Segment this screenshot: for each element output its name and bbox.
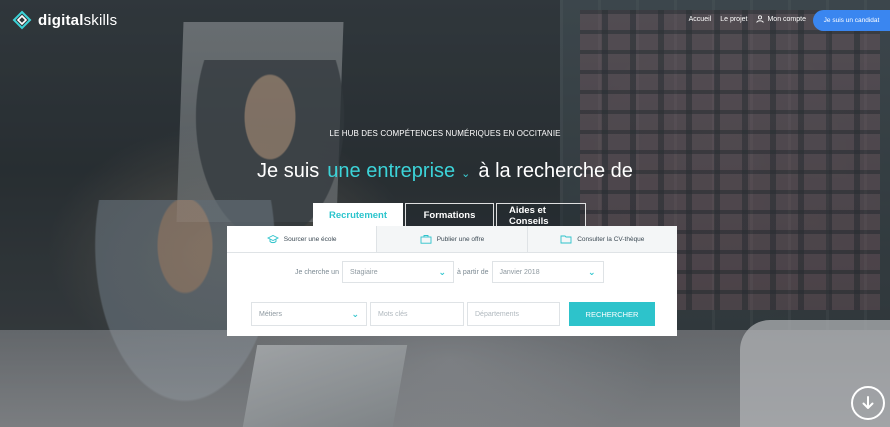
tab-aides-et-conseils[interactable]: Aides et Conseils <box>496 203 586 227</box>
subtab-sourcer-ecole[interactable]: Sourcer une école <box>227 226 377 252</box>
search-row-type: Je cherche un Stagiaire ⌄ à partir de Ja… <box>227 261 677 283</box>
jobs-select-value: Métiers <box>259 310 282 318</box>
candidate-button[interactable]: Je suis un candidat <box>813 10 890 31</box>
main-nav: Accueil Le projet Mon compte <box>689 15 806 23</box>
keywords-input[interactable]: Mots clés <box>370 302 464 326</box>
chevron-down-icon: ⌄ <box>461 168 471 180</box>
folder-icon <box>560 235 572 244</box>
arrow-down-circle-icon <box>862 396 874 409</box>
top-navigation: digitalskills Accueil Le projet Mon comp… <box>0 0 890 40</box>
subtab-label: Sourcer une école <box>283 235 337 243</box>
jobs-select[interactable]: Métiers ⌄ <box>251 302 367 326</box>
search-row-filters: Métiers ⌄ Mots clés Départements RECHERC… <box>251 302 655 326</box>
briefcase-icon <box>420 235 432 244</box>
recruitment-subtabs: Sourcer une école Publier une offre Cons… <box>227 226 677 253</box>
profile-type-value: une entreprise <box>327 160 456 182</box>
headline-prefix: Je suis <box>257 160 320 182</box>
profile-select[interactable]: Stagiaire ⌄ <box>341 261 454 283</box>
chevron-down-icon: ⌄ <box>438 266 446 277</box>
search-tabs: Recrutement Formations Aides et Conseils <box>313 203 586 227</box>
profile-type-dropdown[interactable]: une entreprise ⌄ <box>327 160 470 183</box>
subtab-label: Publier une offre <box>436 235 485 243</box>
subtab-consulter-cvtheque[interactable]: Consulter la CV-thèque <box>526 226 677 252</box>
brand-logo[interactable]: digitalskills <box>12 10 117 30</box>
tab-recrutement[interactable]: Recrutement <box>313 203 403 227</box>
from-label: à partir de <box>456 268 489 276</box>
subtab-label: Consulter la CV-thèque <box>577 235 645 243</box>
graduation-cap-icon <box>266 234 279 244</box>
nav-account-link[interactable]: Mon compte <box>756 15 806 23</box>
nav-project-link[interactable]: Le projet <box>720 16 747 23</box>
hero-headline: Je suis une entreprise ⌄ à la recherche … <box>0 160 890 183</box>
chevron-down-icon: ⌄ <box>587 266 596 277</box>
diamond-logo-icon <box>12 10 32 30</box>
search-label: Je cherche un <box>295 268 339 276</box>
user-icon <box>756 15 765 23</box>
nav-account-label: Mon compte <box>767 15 806 23</box>
tab-formations[interactable]: Formations <box>405 203 494 227</box>
search-panel: Sourcer une école Publier une offre Cons… <box>227 226 677 336</box>
brand-name: digitalskills <box>38 11 118 29</box>
search-button[interactable]: RECHERCHER <box>569 302 655 326</box>
start-date-value: Janvier 2018 <box>499 268 540 276</box>
scroll-down-button[interactable] <box>851 386 885 420</box>
profile-select-value: Stagiaire <box>349 268 378 276</box>
subtab-publier-offre[interactable]: Publier une offre <box>376 226 527 252</box>
headline-suffix: à la recherche de <box>478 160 633 182</box>
hero-tagline: LE HUB DES COMPÉTENCES NUMÉRIQUES EN OCC… <box>329 129 561 138</box>
nav-home-link[interactable]: Accueil <box>689 16 712 23</box>
departments-input[interactable]: Départements <box>467 302 560 326</box>
chevron-down-icon: ⌄ <box>351 308 359 319</box>
start-date-select[interactable]: Janvier 2018 ⌄ <box>491 261 604 283</box>
